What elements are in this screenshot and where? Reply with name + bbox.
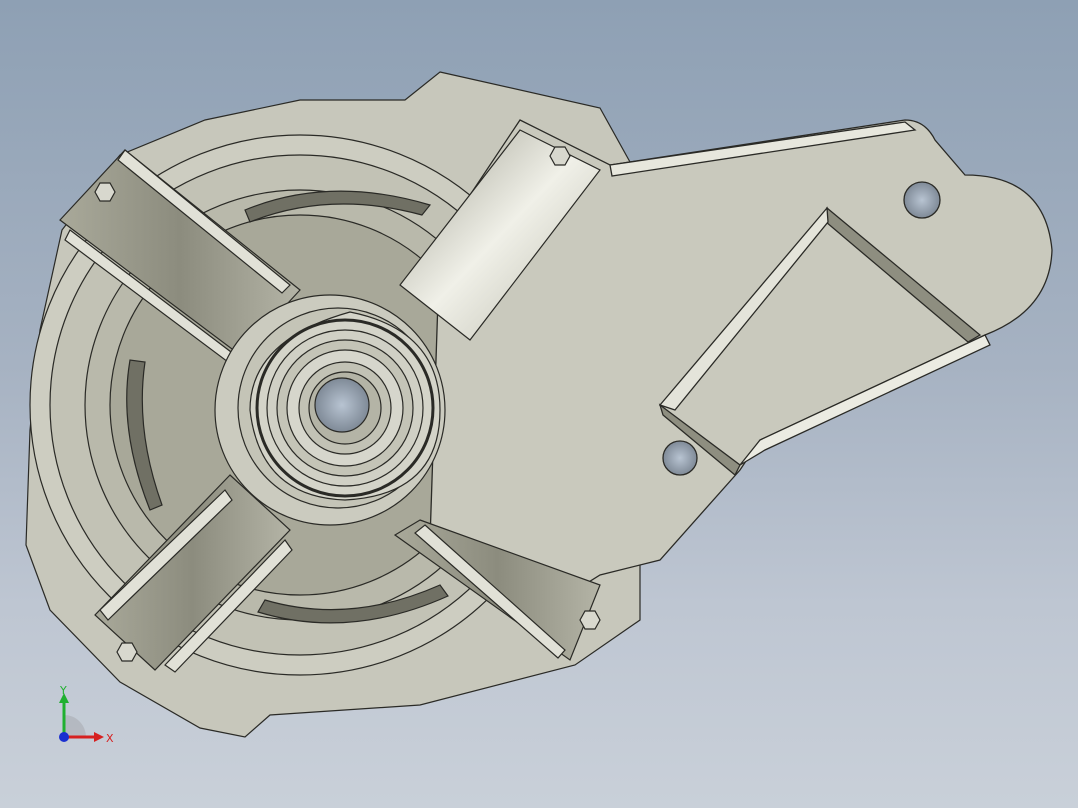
hex-bolt [549,146,571,166]
hex-bolt [94,182,116,202]
x-axis-head [94,732,104,742]
cad-model[interactable] [0,0,1078,808]
cad-viewport[interactable]: Y X [0,0,1078,808]
axis-triad: Y X [59,685,114,745]
bearing-hub [214,294,446,526]
z-axis-dot [59,732,69,742]
hex-bolt [579,610,601,630]
x-axis-label: X [106,732,114,745]
hex-bolt [116,642,138,662]
y-axis-label: Y [59,685,67,697]
